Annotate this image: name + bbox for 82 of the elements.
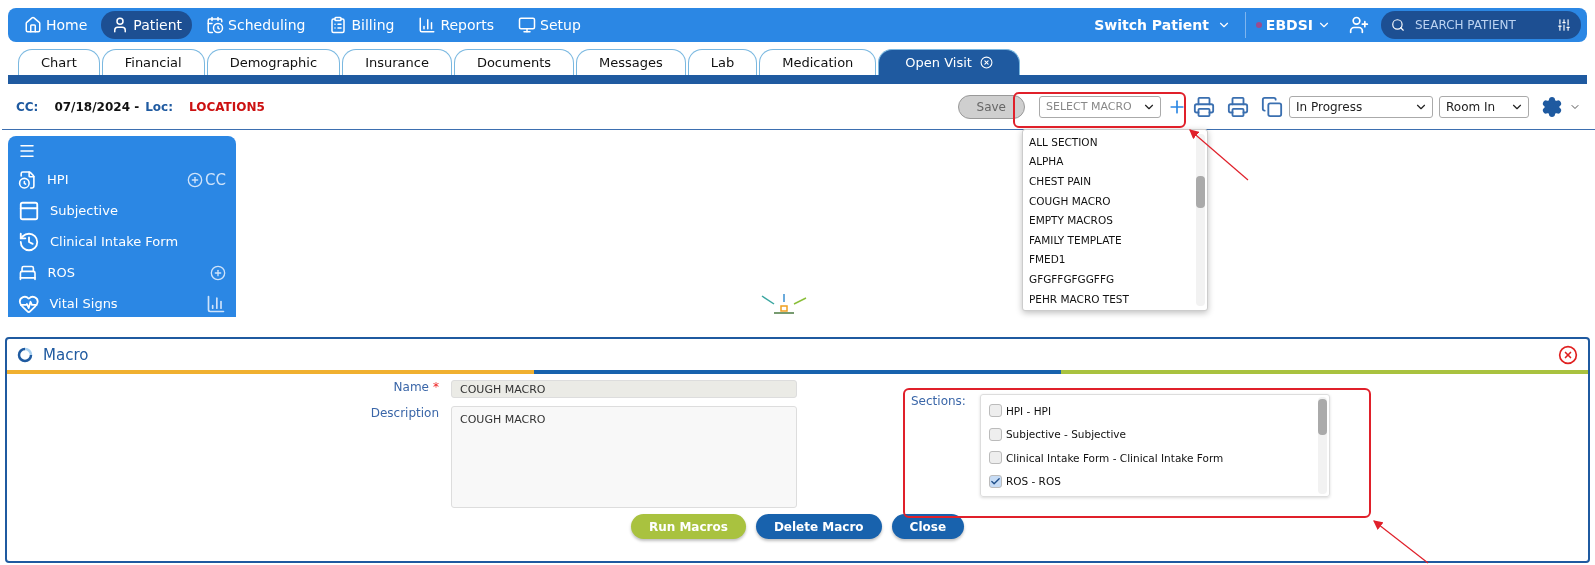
sidebar-item[interactable]: Vital Signs: [49, 296, 196, 311]
search-field[interactable]: SEARCH PATIENT: [1381, 11, 1581, 39]
section-label: Clinical Intake Form - Clinical Intake Form: [1005, 451, 1224, 464]
chart-icon[interactable]: [206, 293, 226, 314]
name-label: Name *: [392, 380, 439, 394]
close-icon[interactable]: [1558, 344, 1578, 365]
visit-date: 07/18/2024 -: [54, 99, 140, 114]
printer-icon[interactable]: [1193, 95, 1215, 118]
bar-chart-icon: [418, 16, 437, 34]
dropdown-option[interactable]: GFGFFGFGGFFG: [1023, 269, 1207, 289]
tab[interactable]: Medication: [759, 49, 877, 75]
nav-item[interactable]: Billing: [319, 11, 405, 39]
dropdown-option[interactable]: ALPHA: [1023, 151, 1207, 172]
close-button[interactable]: Close: [891, 514, 965, 539]
scrollbar[interactable]: [1196, 134, 1205, 306]
macro-select[interactable]: SELECT MACRO: [1039, 95, 1161, 118]
tab[interactable]: Lab: [687, 49, 758, 75]
section-label: ROS - ROS: [1005, 475, 1061, 488]
dropdown-option[interactable]: FAMILY TEMPLATE: [1023, 229, 1207, 250]
nav-item[interactable]: Reports: [408, 11, 505, 39]
window-icon: [18, 199, 40, 222]
cc-label: CC:: [16, 99, 39, 114]
name-field[interactable]: COUGH MACRO: [451, 380, 797, 398]
sections-label: Sections:: [911, 394, 966, 410]
section-label: HPI - HPI: [1005, 404, 1051, 417]
checkbox[interactable]: [988, 474, 1002, 488]
dropdown-option[interactable]: FMED1: [1023, 249, 1207, 270]
tab[interactable]: Demographic: [206, 49, 341, 75]
search-input[interactable]: SEARCH PATIENT: [1413, 17, 1549, 33]
monitor-icon: [518, 16, 537, 34]
tab[interactable]: Documents: [453, 49, 575, 75]
dropdown-option[interactable]: PEHR MACRO TEST: [1023, 288, 1207, 309]
loc-label: Loc:: [145, 99, 173, 114]
home-icon: [24, 16, 42, 34]
dropdown-option[interactable]: COUGH MACRO: [1023, 190, 1207, 211]
nav-item[interactable]: Setup: [508, 11, 591, 39]
nav-item[interactable]: Scheduling: [196, 11, 316, 39]
delete-button[interactable]: Delete Macro: [755, 514, 882, 539]
description-label: Description: [369, 406, 439, 420]
tab[interactable]: Chart: [18, 49, 100, 75]
dialog-title: Macro: [43, 345, 89, 364]
plus-circle-icon: [187, 171, 204, 188]
annotation-arrow: [1189, 129, 1249, 181]
checkbox[interactable]: [988, 427, 1002, 441]
add-button[interactable]: [210, 264, 226, 281]
tab[interactable]: Financial: [101, 49, 205, 75]
annotation-arrow: [1373, 520, 1429, 564]
tab[interactable]: Messages: [576, 49, 686, 75]
sidebar-item[interactable]: ROS: [47, 265, 180, 280]
checkbox[interactable]: [988, 404, 1002, 418]
clipboard-icon: [329, 16, 348, 34]
menu-icon[interactable]: [18, 142, 36, 160]
section-label: Subjective - Subjective: [1005, 428, 1127, 441]
nav-item[interactable]: Patient: [101, 11, 193, 39]
location-text: LOCATION5: [188, 99, 265, 114]
filter-icon[interactable]: [1557, 18, 1571, 32]
document-icon[interactable]: [1261, 95, 1283, 118]
dropdown-option[interactable]: EMPTY MACROS: [1023, 210, 1207, 230]
sidebar-item[interactable]: Clinical Intake Form: [50, 234, 200, 249]
loading-spinner-icon: [760, 294, 808, 316]
dropdown-option[interactable]: CHEST PAIN: [1023, 171, 1207, 191]
dropdown-option[interactable]: ALL SECTION: [1023, 132, 1207, 152]
nav-item[interactable]: Home: [14, 11, 98, 39]
search-icon: [1391, 18, 1405, 32]
tab[interactable]: Open Visit: [878, 49, 1020, 75]
add-user-icon[interactable]: [1349, 15, 1369, 35]
sidebar-item[interactable]: HPI: [47, 172, 178, 187]
room-select[interactable]: Room In: [1439, 95, 1529, 118]
clock-icon: [18, 230, 40, 253]
spinner-icon: [17, 346, 33, 363]
checkbox[interactable]: [988, 451, 1002, 465]
switch-patient-button[interactable]: Switch Patient: [1080, 12, 1246, 38]
status-select[interactable]: In Progress: [1289, 95, 1433, 118]
required-mark: *: [433, 380, 439, 394]
user-menu-button[interactable]: EBDSI: [1249, 17, 1337, 33]
sidebar-item[interactable]: Subjective: [50, 203, 200, 218]
description-field[interactable]: COUGH MACRO: [451, 406, 797, 508]
clipboard-clock-icon: [18, 168, 38, 191]
tab[interactable]: Insurance: [342, 49, 452, 75]
calendar-icon: [206, 16, 225, 34]
settings-icon[interactable]: [1541, 95, 1563, 118]
scrollbar[interactable]: [1317, 397, 1327, 494]
